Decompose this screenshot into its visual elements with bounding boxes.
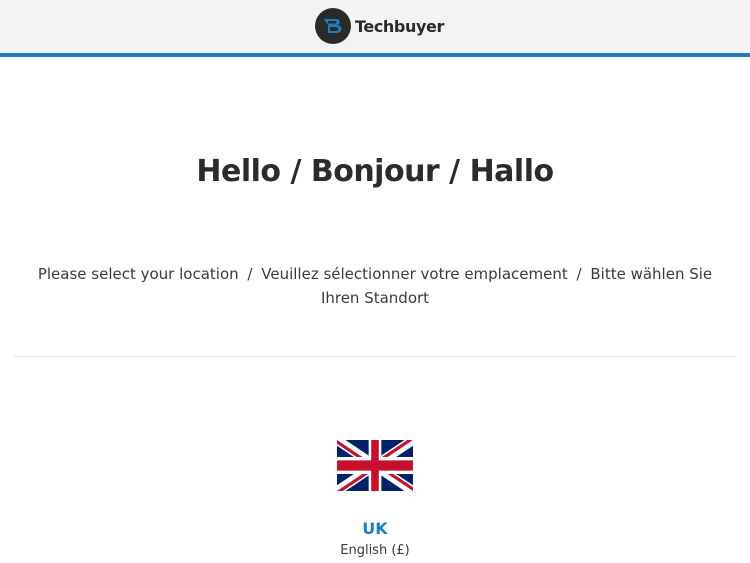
prompt-separator: / bbox=[576, 265, 582, 283]
brand-name: Techbuyer bbox=[355, 16, 444, 36]
page-title: Hello / Bonjour / Hallo bbox=[196, 154, 554, 189]
prompt-french: Veuillez sélectionner votre emplacement bbox=[261, 265, 568, 283]
location-language: English (£) bbox=[340, 543, 410, 558]
location-name[interactable]: UK bbox=[300, 519, 450, 539]
prompt-english: Please select your location bbox=[37, 265, 239, 283]
location-option-uk[interactable]: UK English (£) bbox=[300, 440, 450, 560]
prompt-separator: / bbox=[247, 265, 253, 283]
location-prompt: Please select your location / Veuillez s… bbox=[30, 262, 720, 310]
uk-flag-icon bbox=[337, 440, 413, 491]
section-divider bbox=[14, 356, 736, 357]
techbuyer-logo-icon bbox=[315, 8, 351, 44]
techbuyer-logo[interactable]: Techbuyer bbox=[315, 8, 444, 44]
site-header: Techbuyer bbox=[0, 0, 750, 57]
